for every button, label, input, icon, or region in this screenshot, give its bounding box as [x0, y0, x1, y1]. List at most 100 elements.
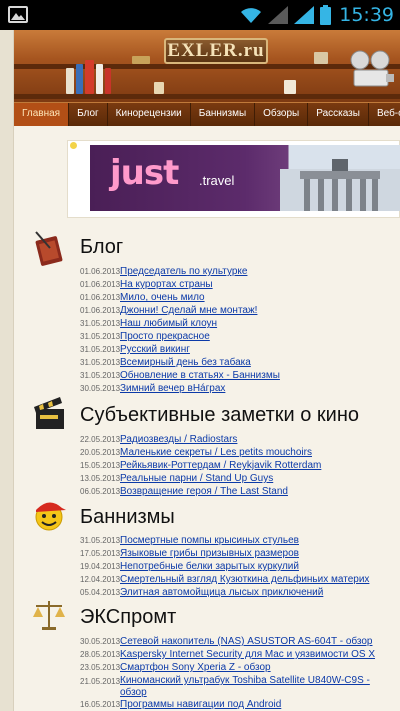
post-link[interactable]: Мило, очень мило [120, 292, 205, 303]
nav-item-bannisms[interactable]: Баннизмы [191, 103, 256, 126]
list-item: 19.04.2013 Непотребные белки зарытых курк… [80, 561, 369, 574]
post-link[interactable]: Посмертные помпы крысиных стульев [120, 535, 299, 546]
list-item: 17.05.2013 Языковые грибы призывных разме… [80, 548, 369, 561]
post-link[interactable]: Джонни! Сделай мне монтаж! [120, 305, 257, 316]
post-link[interactable]: Смартфон Sony Xperia Z - обзор [120, 662, 271, 673]
post-date: 31.05.2013 [80, 536, 121, 545]
post-link[interactable]: Сетевой накопитель (NAS) ASUSTOR AS-604T… [120, 636, 372, 647]
ad-banner[interactable]: just .travel [90, 145, 400, 211]
post-link[interactable]: Обновление в статьях - Баннизмы [120, 370, 280, 381]
post-link[interactable]: Всемирный день без табака [120, 357, 251, 368]
list-item: 06.05.2013 Возвращение героя / The Last S… [80, 486, 321, 499]
nav-item-home[interactable]: Главная [14, 103, 70, 126]
list-item: 01.06.2013 Мило, очень мило [80, 292, 280, 305]
list-item: 20.05.2013 Маленькие секреты / Les petits… [80, 447, 321, 460]
expromt-list: 30.05.2013 Сетевой накопитель (NAS) ASUST… [80, 636, 375, 711]
post-date: 16.05.2013 [80, 700, 121, 709]
list-item: 23.05.2013 Смартфон Sony Xperia Z - обзор [80, 662, 375, 675]
post-link[interactable]: Русский викинг [120, 344, 190, 355]
bannisms-list: 31.05.2013 Посмертные помпы крысиных стул… [80, 535, 369, 600]
book-decoration [314, 52, 328, 64]
post-date: 01.06.2013 [80, 293, 121, 302]
post-link[interactable]: Просто прекрасное [120, 331, 210, 342]
battery-icon [320, 5, 332, 25]
web-page[interactable]: EXLER.ru Главная Блог Кинорецензии Банни… [0, 30, 400, 711]
post-date: 17.05.2013 [80, 549, 121, 558]
list-item: 30.05.2013 Сетевой накопитель (NAS) ASUST… [80, 636, 375, 649]
nav-item-web-reviews[interactable]: Веб-обзоры [369, 103, 400, 126]
post-date: 22.05.2013 [80, 435, 121, 444]
post-link[interactable]: Программы навигации под Android [120, 699, 281, 710]
post-link[interactable]: Смертельный взгляд Кузюткина дельфиньих … [120, 574, 369, 585]
film-projector-icon [350, 50, 394, 87]
book-decoration [96, 64, 103, 94]
post-link[interactable]: Радиозвезды / Radiostars [120, 434, 237, 445]
ad-marker [70, 142, 77, 149]
site-header: EXLER.ru [14, 30, 400, 102]
blog-list: 01.06.2013 Председатель по культурке 01.0… [80, 266, 280, 396]
post-date: 31.05.2013 [80, 319, 121, 328]
section-title-expromt[interactable]: ЭКСпромт [80, 606, 176, 629]
post-date: 30.05.2013 [80, 637, 121, 646]
smiley-cap-icon [35, 502, 66, 531]
list-item: 15.05.2013 Рейкьявик-Роттердам / Reykjavi… [80, 460, 321, 473]
post-date: 19.04.2013 [80, 562, 121, 571]
main-nav: Главная Блог Кинорецензии Баннизмы Обзор… [14, 102, 400, 126]
nav-item-stories[interactable]: Рассказы [308, 103, 369, 126]
nav-item-reviews[interactable]: Обзоры [255, 103, 309, 126]
post-link[interactable]: На курортах страны [120, 279, 213, 290]
post-link[interactable]: Возвращение героя / The Last Stand [120, 486, 288, 497]
section-title-film-notes[interactable]: Субъективные заметки о кино [80, 404, 359, 427]
post-link[interactable]: Рейкьявик-Роттердам / Reykjavik Rotterda… [120, 460, 321, 471]
list-item: 28.05.2013 Kaspersky Internet Security дл… [80, 649, 375, 662]
post-link[interactable]: Маленькие секреты / Les petits mouchoirs [120, 447, 312, 458]
page-left-margin [0, 30, 14, 711]
nav-item-blog[interactable]: Блог [69, 103, 108, 126]
post-date: 31.05.2013 [80, 332, 121, 341]
list-item: 31.05.2013 Всемирный день без табака [80, 357, 280, 370]
post-date: 20.05.2013 [80, 448, 121, 457]
post-date: 15.05.2013 [80, 461, 121, 470]
signal-icon [294, 6, 315, 24]
post-date: 31.05.2013 [80, 358, 121, 367]
book-decoration [66, 68, 74, 94]
book-decoration [105, 68, 111, 94]
post-date: 01.06.2013 [80, 306, 121, 315]
post-link[interactable]: Наш любимый клоун [120, 318, 217, 329]
section-title-blog[interactable]: Блог [80, 236, 123, 259]
book-decoration [154, 82, 164, 94]
list-item: 31.05.2013 Обновление в статьях - Баннизм… [80, 370, 280, 383]
shelf [14, 94, 400, 99]
post-date: 28.05.2013 [80, 650, 121, 659]
post-link[interactable]: Kaspersky Internet Security для Mac и уя… [120, 649, 375, 660]
list-item: 13.05.2013 Реальные парни / Stand Up Guys [80, 473, 321, 486]
section-title-bannisms[interactable]: Баннизмы [80, 506, 175, 529]
status-bar: 15:39 [0, 0, 400, 30]
list-item: 16.05.2013 Программы навигации под Androi… [80, 699, 375, 711]
brandenburg-gate-image [280, 159, 400, 211]
list-item: 22.05.2013 Радиозвезды / Radiostars [80, 434, 321, 447]
list-item: 31.05.2013 Наш любимый клоун [80, 318, 280, 331]
post-link[interactable]: Элитная автомойщица лысых приключений [120, 587, 323, 598]
nav-item-film-reviews[interactable]: Кинорецензии [108, 103, 191, 126]
site-logo[interactable]: EXLER.ru [164, 38, 268, 64]
post-date: 30.05.2013 [80, 384, 121, 393]
post-link[interactable]: Языковые грибы призывных размеров [120, 548, 299, 559]
book-decoration [132, 56, 150, 64]
post-link[interactable]: Зимний вечер вHáграх [120, 383, 225, 394]
post-link[interactable]: Непотребные белки зарытых куркулий [120, 561, 299, 572]
post-link[interactable]: Киноманский ультрабук Toshiba Satellite … [120, 675, 370, 699]
post-date: 21.05.2013 [80, 677, 121, 686]
ad-brand: just [110, 153, 179, 193]
guestbook-icon [35, 231, 63, 266]
post-date: 01.06.2013 [80, 280, 121, 289]
post-link[interactable]: Реальные парни / Stand Up Guys [120, 473, 273, 484]
list-item: 31.05.2013 Русский викинг [80, 344, 280, 357]
post-link[interactable]: Председатель по культурке [120, 266, 247, 277]
wifi-icon [241, 8, 262, 23]
ad-brand-suffix: .travel [199, 173, 235, 188]
list-item: 31.05.2013 Просто прекрасное [80, 331, 280, 344]
post-date: 12.04.2013 [80, 575, 121, 584]
signal-icon [268, 6, 289, 24]
book-decoration [284, 80, 296, 94]
